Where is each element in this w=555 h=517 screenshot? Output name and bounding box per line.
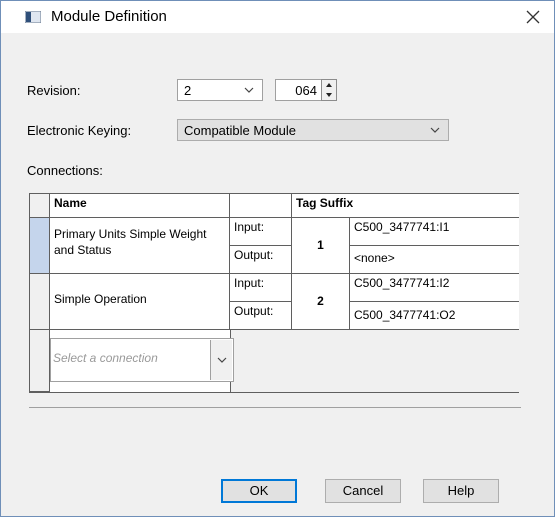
spin-up-icon[interactable]	[322, 80, 336, 90]
empty-area	[230, 330, 519, 392]
output-tag: <none>	[350, 246, 519, 274]
connection-name[interactable]: Primary Units Simple Weight and Status	[50, 218, 230, 274]
help-button[interactable]: Help	[423, 479, 499, 503]
output-label: Output:	[230, 246, 292, 274]
revision-major-select[interactable]: 2	[177, 79, 263, 101]
input-label: Input:	[230, 218, 292, 246]
output-label: Output:	[230, 302, 292, 330]
close-button[interactable]	[518, 5, 548, 29]
revision-minor-value: 064	[295, 83, 317, 98]
select-connection-button[interactable]	[210, 340, 232, 380]
connections-label: Connections:	[27, 163, 103, 178]
close-icon	[526, 10, 540, 24]
row-header-corner	[30, 194, 50, 218]
chevron-down-icon	[244, 87, 254, 93]
column-header-tag-suffix[interactable]: Tag Suffix	[292, 194, 519, 218]
chevron-down-icon	[430, 127, 440, 133]
window-icon	[25, 11, 41, 23]
ok-button[interactable]: OK	[221, 479, 297, 503]
spin-down-icon[interactable]	[322, 90, 336, 100]
cancel-button[interactable]: Cancel	[325, 479, 401, 503]
keying-select[interactable]: Compatible Module	[177, 119, 449, 141]
window-title: Module Definition	[51, 8, 167, 25]
row-selector[interactable]	[30, 274, 50, 330]
input-label: Input:	[230, 274, 292, 302]
output-tag: C500_3477741:O2	[350, 302, 519, 330]
input-tag: C500_3477741:I1	[350, 218, 519, 246]
revision-minor-spinner[interactable]	[321, 79, 337, 101]
module-definition-dialog: Module Definition Revision: 2 064 Electr…	[0, 0, 555, 517]
revision-major-value: 2	[184, 83, 192, 98]
select-connection-dropdown[interactable]: Select a connection	[50, 338, 234, 382]
keying-label: Electronic Keying:	[27, 123, 132, 138]
connection-rpi[interactable]: 2	[292, 274, 350, 330]
keying-value: Compatible Module	[184, 123, 297, 138]
select-connection-placeholder: Select a connection	[53, 351, 158, 365]
connections-table: Name Tag Suffix Primary Units Simple Wei…	[29, 193, 519, 393]
chevron-down-icon	[217, 357, 226, 363]
connection-name[interactable]: Simple Operation	[50, 274, 230, 330]
row-selector[interactable]	[30, 218, 50, 274]
separator	[29, 407, 521, 408]
connection-rpi[interactable]: 1	[292, 218, 350, 274]
row-selector[interactable]	[30, 330, 50, 392]
column-header-direction	[230, 194, 292, 218]
input-tag: C500_3477741:I2	[350, 274, 519, 302]
revision-minor-input[interactable]: 064	[275, 79, 323, 101]
title-bar: Module Definition	[1, 1, 554, 33]
column-header-name[interactable]: Name	[50, 194, 230, 218]
revision-label: Revision:	[27, 83, 81, 98]
